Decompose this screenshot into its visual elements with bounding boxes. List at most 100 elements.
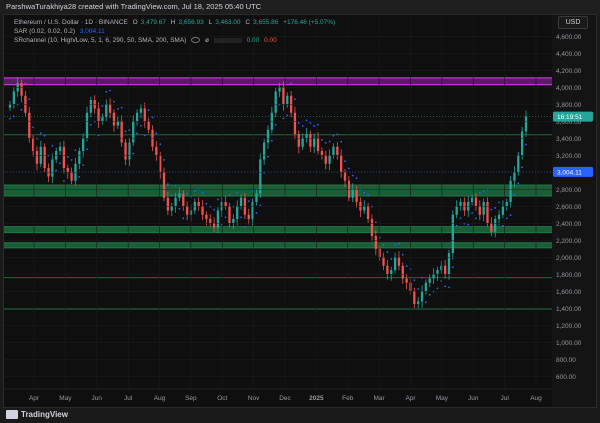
sar-dot xyxy=(475,217,477,220)
candle-body xyxy=(232,219,235,224)
x-tick-label: May xyxy=(436,395,449,402)
sar-dot xyxy=(116,108,119,110)
candle-body xyxy=(43,146,46,168)
levels-layer xyxy=(4,134,552,310)
sr-zone xyxy=(4,77,552,85)
sar-dot xyxy=(482,190,485,192)
candle-body xyxy=(35,151,39,164)
sar-dot xyxy=(286,114,289,117)
sar-dot xyxy=(294,98,296,101)
candle-body xyxy=(393,257,397,270)
price-label-text: 16:19:51 xyxy=(557,114,583,121)
chart-area[interactable]: 4,600.00 4,400.00 4,200.00 4,000.00 3,800.00… xyxy=(3,14,597,408)
sar-dot xyxy=(317,123,319,126)
candle-body xyxy=(482,202,485,215)
candle-body xyxy=(201,206,204,215)
sar-dot xyxy=(51,145,54,147)
sar-dot xyxy=(105,91,108,93)
sar-dot xyxy=(494,207,497,209)
sar-dot xyxy=(455,224,458,227)
legend-sar[interactable]: SAR (0.02, 0.02, 0.2) 3,004.11 xyxy=(14,28,108,35)
sar-dot xyxy=(128,129,131,132)
x-tick-label: Sep xyxy=(185,395,197,402)
sar-dot xyxy=(421,276,423,279)
legend-srchannel[interactable]: SRchannel (10, High/Low, 5, 1, 6, 290, 5… xyxy=(14,37,280,44)
top-bar: ParshwaTurakhiya28 created with TradingV… xyxy=(0,0,600,14)
candle-body xyxy=(170,206,173,211)
sar-dot xyxy=(467,223,470,226)
sar-dot xyxy=(428,293,431,296)
sar-dot xyxy=(321,139,323,141)
tradingview-logo[interactable]: TradingView xyxy=(6,410,68,420)
sar-dot xyxy=(363,191,366,194)
candle-body xyxy=(282,87,285,105)
candle-body xyxy=(478,206,481,215)
sar-dot xyxy=(351,174,354,177)
currency-button[interactable]: USD xyxy=(558,16,588,29)
sar-dot xyxy=(78,175,81,178)
sar-dot xyxy=(309,122,312,124)
y-tick-label: 3,200.00 xyxy=(556,153,582,160)
sar-dot xyxy=(413,279,416,282)
candle-body xyxy=(166,197,170,211)
x-axis: Apr May Jun Jul Aug Sep Oct Nov Dec 2025 Feb Mar Apr… xyxy=(4,15,552,402)
y-tick-label: 3,800.00 xyxy=(556,102,582,109)
candle-body xyxy=(205,214,208,219)
sar-dot xyxy=(505,217,508,220)
candle-body xyxy=(490,223,493,232)
sar-dot xyxy=(59,162,61,164)
sar-dot xyxy=(86,148,88,151)
candle-body xyxy=(116,121,119,126)
sar-dot xyxy=(382,244,385,246)
high-value: 3,656.93 xyxy=(178,19,204,26)
sar-dot xyxy=(97,134,100,137)
eye-icon[interactable] xyxy=(191,37,201,44)
candle-body xyxy=(455,206,458,215)
candle-body xyxy=(332,146,335,156)
candle-body xyxy=(105,104,108,117)
sar-dot xyxy=(332,134,335,137)
candle-body xyxy=(509,180,512,202)
candle-body xyxy=(239,197,243,207)
srchannel-value-1: 0.00 xyxy=(264,37,277,44)
candle-body xyxy=(340,155,343,173)
sar-dot xyxy=(120,106,123,109)
sar-dot xyxy=(424,301,427,304)
candle-body xyxy=(58,146,62,151)
y-tick-label: 2,600.00 xyxy=(556,204,582,211)
sar-dot xyxy=(213,208,215,211)
sar-dot xyxy=(498,201,500,204)
close-value: 3,655.86 xyxy=(253,19,279,26)
y-tick-label: 1,600.00 xyxy=(556,289,582,296)
candle-body xyxy=(443,265,447,275)
sar-dot xyxy=(143,134,146,137)
candle-body xyxy=(343,172,347,181)
sar-dot xyxy=(471,212,473,214)
candle-body xyxy=(501,206,505,215)
candle-body xyxy=(89,100,93,113)
y-tick-label: 3,400.00 xyxy=(556,136,582,143)
open-value: 3,479.67 xyxy=(140,19,166,26)
candle-body xyxy=(524,116,528,132)
candle-body xyxy=(124,142,127,160)
x-tick-label: 2025 xyxy=(309,395,324,402)
candle-body xyxy=(62,146,66,168)
candle-body xyxy=(135,112,139,122)
candle-body xyxy=(390,270,393,275)
candle-body xyxy=(143,108,146,122)
sar-dot xyxy=(448,286,450,289)
price-chart[interactable]: 4,600.00 4,400.00 4,200.00 4,000.00 3,800.00… xyxy=(4,15,596,407)
symbol-name[interactable]: Ethereum / U.S. Dollar · 1D · BINANCE xyxy=(14,19,128,26)
sar-dot xyxy=(205,202,208,205)
sar-dot xyxy=(24,82,27,85)
sar-dot xyxy=(70,159,73,161)
hidden-values-bar xyxy=(213,37,242,43)
sar-dot xyxy=(336,133,339,136)
candle-body xyxy=(128,142,131,160)
candle-body xyxy=(474,197,478,207)
candle-body xyxy=(351,189,354,198)
sar-dot xyxy=(517,182,520,185)
candle-body xyxy=(132,121,135,143)
price-label-text: 3,004.11 xyxy=(557,169,582,176)
candle-body xyxy=(336,146,339,156)
